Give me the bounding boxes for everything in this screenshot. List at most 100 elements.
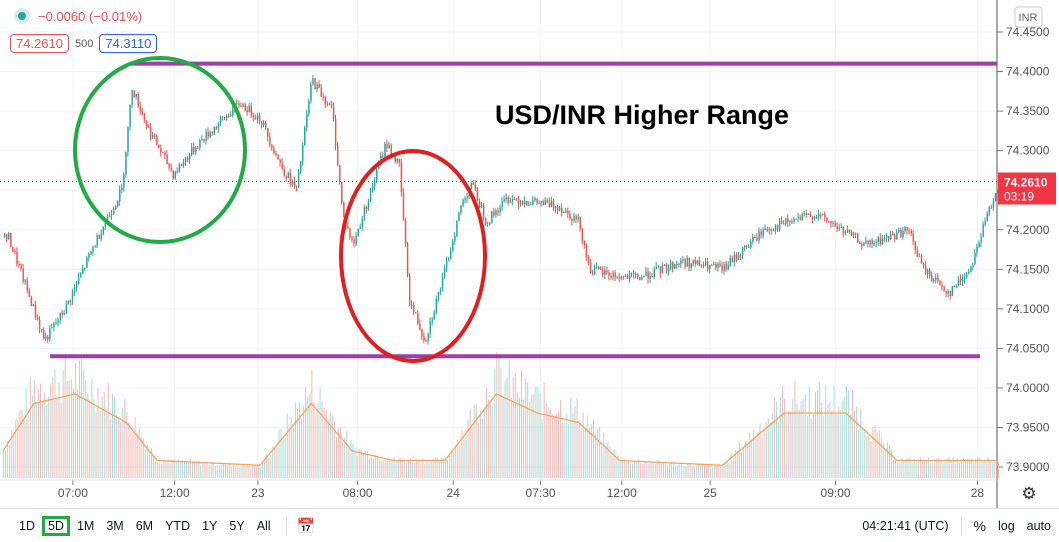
volume-bars [3,351,999,478]
candle-body [322,96,325,98]
candle-body [135,94,137,97]
volume-bar [15,419,17,478]
volume-bar [284,437,286,478]
clock: 04:21:41 (UTC) [862,518,949,533]
volume-bar [623,459,625,478]
volume-bar [757,431,759,478]
candle-body [988,207,991,214]
candle-body [371,185,374,189]
volume-bar [669,463,671,478]
goto-date-icon[interactable]: 📅 [297,517,316,535]
sell-price[interactable]: 74.2610 [10,34,69,53]
volume-bar [29,376,31,478]
volume-bar [327,420,329,478]
volume-bar [216,465,218,478]
volume-bar [851,389,853,478]
range-6m[interactable]: 6M [131,516,158,536]
range-1d[interactable]: 1D [14,516,40,536]
range-ytd[interactable]: YTD [160,516,195,536]
volume-bar [194,461,196,478]
range-all[interactable]: All [252,516,276,536]
auto-toggle[interactable]: auto [1027,519,1051,533]
candle-body [844,232,847,234]
candle-body [614,272,616,278]
candle-body [423,336,425,341]
volume-bar [379,459,381,478]
volume-bar [675,465,677,478]
volume-bar [233,464,235,478]
candle-body [688,257,690,268]
buy-price[interactable]: 74.3110 [99,34,158,53]
volume-bar [128,422,130,478]
y-tick-label: 74.2000 [1006,223,1050,237]
volume-bar [761,436,763,478]
candle-body [554,206,557,209]
candle-body [308,101,310,115]
range-3m[interactable]: 3M [101,516,128,536]
log-toggle[interactable]: log [998,519,1015,533]
volume-bar [695,464,697,478]
volume-bar [276,444,278,478]
volume-bar [412,462,414,478]
candle-body [485,218,487,224]
volume-bar [560,399,562,478]
candle-body [742,247,744,256]
volume-bar [352,443,354,478]
candle-body [612,272,614,278]
candle-body [63,313,66,315]
candle-body [633,272,635,275]
candle-body [635,273,637,275]
candle-body [890,233,892,240]
volume-bar [294,402,296,478]
volume-bar [759,423,761,478]
candle-body [61,312,63,315]
candle-body [631,272,633,274]
candle-body [386,143,388,148]
candle-body [509,201,512,203]
price-chart[interactable]: 74.450074.400074.350074.300074.250074.20… [0,0,1059,508]
y-tick-label: 74.1000 [1006,302,1050,316]
candle-body [450,251,452,260]
range-5y[interactable]: 5Y [224,516,249,536]
volume-bar [969,458,971,478]
range-selector: 1D 5D 1M 3M 6M YTD 1Y 5Y All [12,515,276,536]
percent-toggle[interactable]: % [974,518,986,534]
settings-icon[interactable]: ⚙ [1021,484,1036,503]
volume-bar [214,465,216,478]
volume-bar [685,466,687,478]
volume-bar [858,430,860,478]
candle-body [439,289,442,293]
candle-body [659,266,662,274]
volume-bar [492,405,494,478]
candle-body [694,260,697,264]
range-1y[interactable]: 1Y [197,516,222,536]
range-1m[interactable]: 1M [72,516,99,536]
candle-body [643,275,645,278]
volume-bar [562,422,564,478]
candle-body [955,286,958,288]
candle-body [493,211,495,216]
volume-bar [165,460,167,478]
volume-bar [97,387,99,478]
candle-body [707,261,709,270]
candle-body [855,233,857,235]
volume-bar [537,386,539,478]
volume-bar [477,423,479,478]
candle-body [394,156,397,162]
volume-bar [664,463,666,478]
candle-body [620,276,623,279]
volume-bar [77,389,79,478]
y-tick-label: 73.9500 [1006,421,1050,435]
volume-bar [56,399,58,478]
candle-body [180,164,183,166]
y-tick-label: 74.0500 [1006,341,1050,355]
volume-bar [403,460,405,478]
volume-bar [237,465,239,478]
volume-bar [475,404,477,478]
candle-body [24,280,26,282]
range-5d[interactable]: 5D [41,515,70,536]
candle-body [152,135,154,138]
volume-bar [946,458,948,478]
candle-body [75,283,78,288]
candle-body [867,240,869,245]
